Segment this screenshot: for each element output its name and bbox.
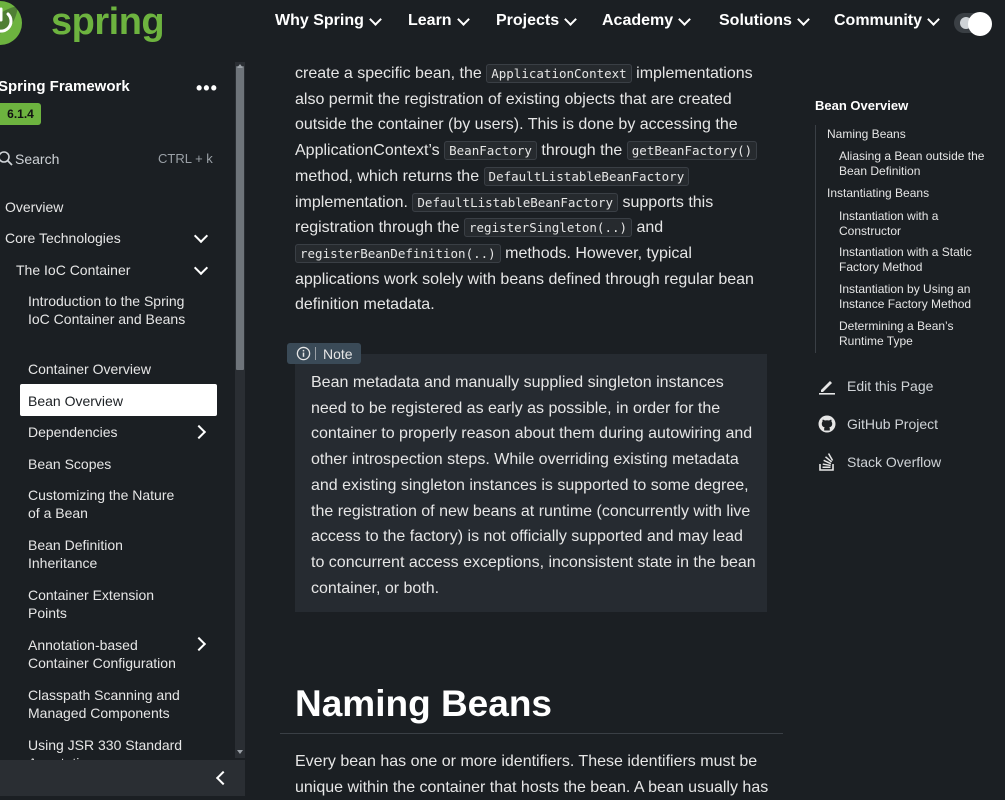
- nav-label: Learn: [408, 12, 452, 29]
- logo-wordmark: spring: [51, 1, 165, 43]
- chevron-down-icon: [456, 12, 470, 26]
- inline-code: BeanFactory: [444, 141, 537, 161]
- sidebar-scrollbar-thumb[interactable]: [236, 66, 244, 370]
- toc-item-naming-beans[interactable]: Naming Beans: [827, 127, 906, 142]
- info-icon: [296, 346, 311, 361]
- chevron-down-icon: [678, 12, 692, 26]
- inline-code: registerSingleton(..): [464, 218, 633, 238]
- version-badge[interactable]: 6.1.4: [0, 103, 41, 125]
- chevron-down-icon: [564, 12, 578, 26]
- section-heading-naming-beans: Naming Beans: [295, 683, 553, 724]
- nav-label: Solutions: [719, 12, 792, 29]
- sidebar-collapse-bar[interactable]: [0, 760, 245, 796]
- inline-code: getBeanFactory(): [626, 141, 758, 161]
- pencil-icon: [819, 381, 835, 395]
- nav-why-spring[interactable]: Why Spring: [275, 12, 382, 30]
- github-project-link[interactable]: GitHub Project: [847, 416, 938, 432]
- chevron-right-icon[interactable]: [191, 636, 207, 652]
- sidebar-item-classpath-scanning[interactable]: Classpath Scanning and Managed Component…: [28, 686, 188, 722]
- sidebar-item-container-overview[interactable]: Container Overview: [28, 360, 203, 378]
- text-run: create a specific bean, the: [295, 65, 487, 82]
- heading-divider: [280, 733, 783, 734]
- inline-code: registerBeanDefinition(..): [295, 243, 501, 263]
- nav-academy[interactable]: Academy: [602, 12, 692, 30]
- sidebar-item-ioc-container[interactable]: The IoC Container: [16, 261, 130, 279]
- inline-code: ApplicationContext: [486, 64, 632, 83]
- sidebar-item-introduction[interactable]: Introduction to the Spring IoC Container…: [28, 292, 203, 328]
- inline-code: DefaultListableBeanFactory: [412, 192, 619, 212]
- note-label: Note: [323, 346, 353, 362]
- sidebar-item-extension-points[interactable]: Container Extension Points: [28, 586, 168, 622]
- nav-projects[interactable]: Projects: [496, 12, 578, 30]
- more-dots-icon[interactable]: •••: [196, 78, 218, 99]
- chevron-down-icon[interactable]: [193, 228, 209, 244]
- nav-label: Why Spring: [275, 12, 364, 29]
- nav-community[interactable]: Community: [834, 12, 940, 30]
- sidebar-item-annotation-config[interactable]: Annotation-based Container Configuration: [28, 636, 188, 672]
- top-navigation-bar: spring Why Spring Learn Projects Academy…: [0, 0, 1005, 46]
- stackoverflow-icon: [819, 453, 834, 471]
- nav-learn[interactable]: Learn: [408, 12, 470, 30]
- nav-solutions[interactable]: Solutions: [719, 12, 810, 30]
- nav-label: Community: [834, 12, 922, 29]
- spring-leaf-icon: [0, 1, 22, 45]
- toc-item-instance-factory[interactable]: Instantiation by Using an Instance Facto…: [839, 282, 994, 311]
- text-run: and: [632, 219, 664, 237]
- nav-label: Projects: [496, 12, 560, 29]
- sidebar-item-bean-scopes[interactable]: Bean Scopes: [28, 455, 203, 473]
- search-shortcut: CTRL + k: [158, 151, 213, 166]
- note-text: Bean metadata and manually supplied sing…: [311, 374, 756, 597]
- toc-item-instantiating[interactable]: Instantiating Beans: [827, 186, 929, 201]
- github-icon: [818, 415, 836, 433]
- sidebar-item-bean-overview[interactable]: Bean Overview: [28, 392, 203, 410]
- inline-code: DefaultListableBeanFactory: [483, 166, 690, 186]
- text-run: method, which returns the: [295, 167, 484, 185]
- sidebar-item-overview[interactable]: Overview: [5, 198, 63, 216]
- toc-item-constructor[interactable]: Instantiation with a Constructor: [839, 209, 959, 238]
- theme-toggle-knob[interactable]: [968, 12, 992, 36]
- chevron-down-icon: [797, 12, 810, 26]
- toc-item-static-factory[interactable]: Instantiation with a Static Factory Meth…: [839, 245, 994, 274]
- edit-page-link[interactable]: Edit this Page: [847, 378, 933, 394]
- sidebar-search[interactable]: Search CTRL + k: [0, 148, 220, 170]
- toc-title[interactable]: Bean Overview: [815, 98, 908, 113]
- sidebar-item-core-technologies[interactable]: Core Technologies: [5, 229, 121, 247]
- nav-label: Academy: [602, 12, 674, 29]
- chevron-down-icon: [927, 12, 940, 26]
- chevron-down-icon: [369, 12, 382, 26]
- chevron-down-icon[interactable]: [193, 260, 209, 276]
- toc-item-aliasing[interactable]: Aliasing a Bean outside the Bean Definit…: [839, 149, 994, 178]
- sidebar-title[interactable]: Spring Framework: [0, 78, 130, 95]
- sidebar-item-definition-inheritance[interactable]: Bean Definition Inheritance: [28, 536, 158, 572]
- sidebar-item-customizing-bean[interactable]: Customizing the Nature of a Bean: [28, 486, 188, 522]
- search-label: Search: [15, 151, 60, 167]
- paragraph-naming-beans: Every bean has one or more identifiers. …: [295, 753, 769, 796]
- text-run: through the: [536, 142, 627, 160]
- scroll-up-icon[interactable]: [237, 64, 243, 68]
- note-separator: [315, 347, 316, 360]
- search-icon: [0, 151, 13, 166]
- toc-rail: [815, 125, 816, 353]
- toc-item-runtime-type[interactable]: Determining a Bean’s Runtime Type: [839, 319, 969, 348]
- paragraph-registration: create a specific bean, the ApplicationC…: [295, 61, 765, 318]
- sidebar-item-jsr330[interactable]: Using JSR 330 Standard Annotations: [28, 736, 188, 760]
- stack-overflow-link[interactable]: Stack Overflow: [847, 454, 941, 470]
- sidebar-item-dependencies[interactable]: Dependencies: [28, 423, 203, 441]
- scroll-down-icon[interactable]: [237, 750, 243, 754]
- text-run: implementation.: [295, 193, 413, 211]
